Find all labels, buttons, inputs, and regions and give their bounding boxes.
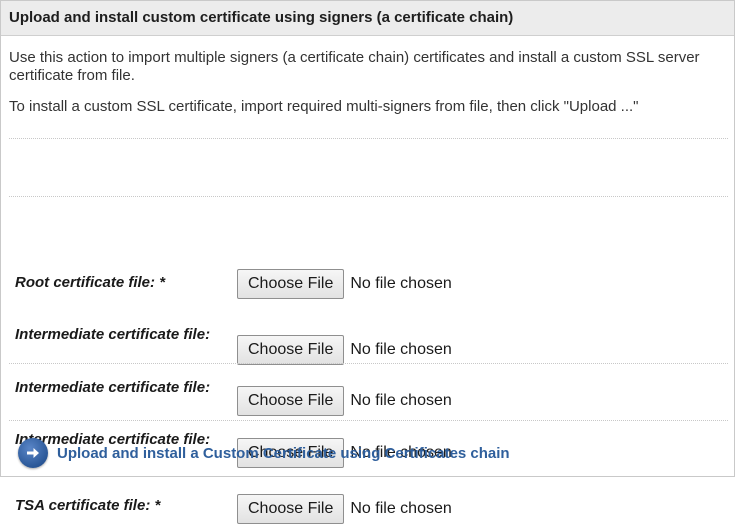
- choose-file-button[interactable]: Choose File: [237, 494, 345, 524]
- upload-install-link[interactable]: Upload and install a Custom Certificate …: [57, 445, 510, 462]
- panel-title: Upload and install custom certificate us…: [1, 1, 734, 36]
- divider: [9, 138, 728, 139]
- divider: [9, 420, 728, 421]
- intermediate-certificate-label: Intermediate certificate file:: [15, 326, 211, 343]
- upload-install-action[interactable]: Upload and install a Custom Certificate …: [18, 438, 510, 468]
- intermediate-certificate-file-input[interactable]: Choose File No file chosen: [237, 386, 452, 416]
- root-certificate-file-input[interactable]: Choose File No file chosen: [237, 269, 452, 299]
- intermediate-certificate-file-input[interactable]: Choose File No file chosen: [237, 335, 452, 365]
- divider: [9, 196, 728, 197]
- tsa-certificate-file-input[interactable]: Choose File No file chosen: [237, 494, 452, 524]
- file-status-text: No file chosen: [350, 392, 452, 409]
- file-status-text: No file chosen: [350, 500, 452, 517]
- root-certificate-label: Root certificate file: *: [15, 274, 166, 291]
- divider: [9, 363, 728, 364]
- file-status-text: No file chosen: [350, 275, 452, 292]
- choose-file-button[interactable]: Choose File: [237, 386, 345, 416]
- tsa-certificate-label: TSA certificate file: *: [15, 497, 161, 514]
- file-status-text: No file chosen: [350, 341, 452, 358]
- panel-description: Use this action to import multiple signe…: [1, 36, 734, 116]
- description-text-1: Use this action to import multiple signe…: [9, 49, 700, 84]
- choose-file-button[interactable]: Choose File: [237, 335, 345, 365]
- description-text-2: To install a custom SSL certificate, imp…: [9, 98, 639, 115]
- certificate-chain-panel: Upload and install custom certificate us…: [0, 0, 735, 524]
- intermediate-certificate-label: Intermediate certificate file:: [15, 379, 211, 396]
- choose-file-button[interactable]: Choose File: [237, 269, 345, 299]
- arrow-right-circle-icon[interactable]: [18, 438, 48, 468]
